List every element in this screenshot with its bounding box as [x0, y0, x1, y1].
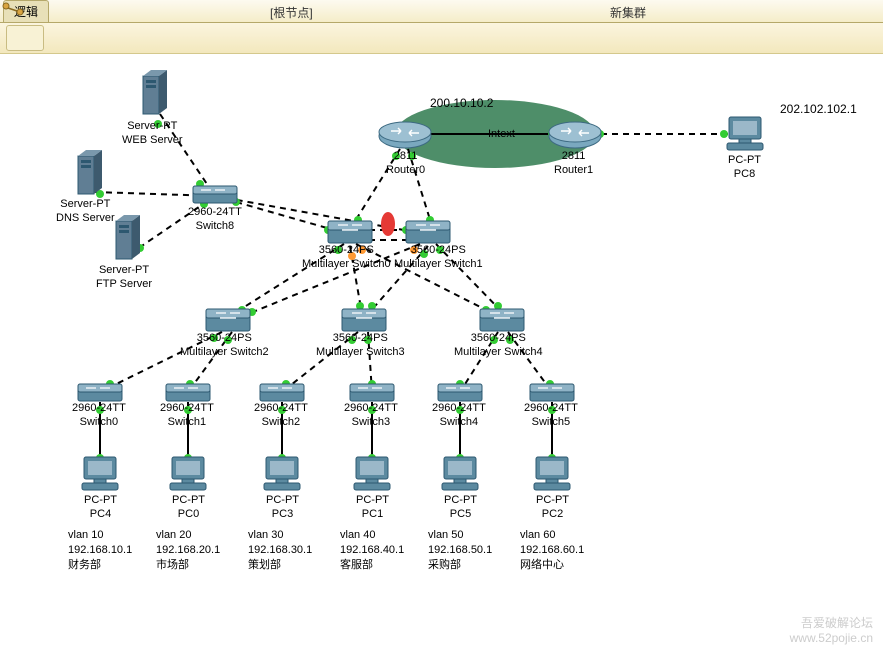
- vlan10-label: vlan 10192.168.10.1财务部: [68, 528, 132, 573]
- root-node-label[interactable]: [根节点]: [270, 4, 313, 21]
- label-sw1: 2960-24TTSwitch1: [160, 402, 214, 430]
- label-sw0: 2960-24TTSwitch0: [72, 402, 126, 430]
- vlan40-label: vlan 40192.168.40.1客服部: [340, 528, 404, 573]
- new-cluster-button[interactable]: 新集群: [610, 4, 646, 21]
- label-dns: Server-PTDNS Server: [56, 198, 115, 226]
- sw1-icon: [166, 384, 210, 401]
- sw4-icon: [438, 384, 482, 401]
- vlan30-label: vlan 30192.168.30.1策划部: [248, 528, 312, 573]
- topology-canvas[interactable]: 200.10.10.2 Intext 202.102.102.1 Server-…: [0, 54, 883, 653]
- secondary-toolbar: [0, 23, 883, 54]
- server-ftp: [116, 215, 140, 259]
- top-toolbar: 逻辑 [根节点] 新集群: [0, 0, 883, 23]
- sw3-icon: [350, 384, 394, 401]
- pc1-icon: [354, 457, 390, 490]
- label-ms3: 3560-24PSMultilayer Switch3: [316, 332, 405, 360]
- label-sw3: 2960-24TTSwitch3: [344, 402, 398, 430]
- label-sw8: 2960-24TTSwitch8: [188, 206, 242, 234]
- ip-top: 200.10.10.2: [430, 96, 493, 110]
- label-sw5: 2960-24TTSwitch5: [524, 402, 578, 430]
- vlan60-label: vlan 60192.168.60.1网络中心: [520, 528, 584, 573]
- sw5-icon: [530, 384, 574, 401]
- pc5-icon: [442, 457, 478, 490]
- label-sw2: 2960-24TTSwitch2: [254, 402, 308, 430]
- sw0-icon: [78, 384, 122, 401]
- router0-icon: [379, 122, 431, 148]
- server-web: [143, 70, 167, 114]
- ip-right: 202.102.102.1: [780, 102, 857, 116]
- vlan50-label: vlan 50192.168.50.1采购部: [428, 528, 492, 573]
- pc8-icon: [727, 117, 763, 150]
- ms0-icon: [328, 221, 372, 243]
- label-ms1: 3560-24PSMultilayer Switch1: [394, 244, 483, 272]
- label-ms0: 3560-24PSMultilayer Switch0: [302, 244, 391, 272]
- label-pc1: PC-PTPC1: [356, 494, 389, 522]
- pc2-icon: [534, 457, 570, 490]
- ms1-icon: [406, 221, 450, 243]
- pc4-icon: [82, 457, 118, 490]
- label-r1: 2811Router1: [554, 150, 593, 178]
- ms4-icon: [480, 309, 524, 331]
- label-pc5: PC-PTPC5: [444, 494, 477, 522]
- cloud-label: Intext: [488, 128, 515, 140]
- label-ftp: Server-PTFTP Server: [96, 264, 152, 292]
- label-pc2: PC-PTPC2: [536, 494, 569, 522]
- ms2-icon: [206, 309, 250, 331]
- label-sw4: 2960-24TTSwitch4: [432, 402, 486, 430]
- label-pc3: PC-PTPC3: [266, 494, 299, 522]
- watermark: 吾爱破解论坛www.52pojie.cn: [790, 616, 873, 647]
- label-web: Server-PTWEB Server: [122, 120, 183, 148]
- ms3-icon: [342, 309, 386, 331]
- label-ms2: 3560-24PSMultilayer Switch2: [180, 332, 269, 360]
- pc0-icon: [170, 457, 206, 490]
- navigate-tool-icon[interactable]: [6, 25, 44, 51]
- vlan20-label: vlan 20192.168.20.1市场部: [156, 528, 220, 573]
- server-dns: [78, 150, 102, 194]
- stp-block-icon: [381, 212, 395, 236]
- sw2-icon: [260, 384, 304, 401]
- label-pc4: PC-PTPC4: [84, 494, 117, 522]
- label-pc0: PC-PTPC0: [172, 494, 205, 522]
- pc3-icon: [264, 457, 300, 490]
- label-ms4: 3560-24PSMultilayer Switch4: [454, 332, 543, 360]
- label-r0: 2811Router0: [386, 150, 425, 178]
- label-pc8: PC-PTPC8: [728, 154, 761, 182]
- router1-icon: [549, 122, 601, 148]
- switch8-icon: [193, 186, 237, 203]
